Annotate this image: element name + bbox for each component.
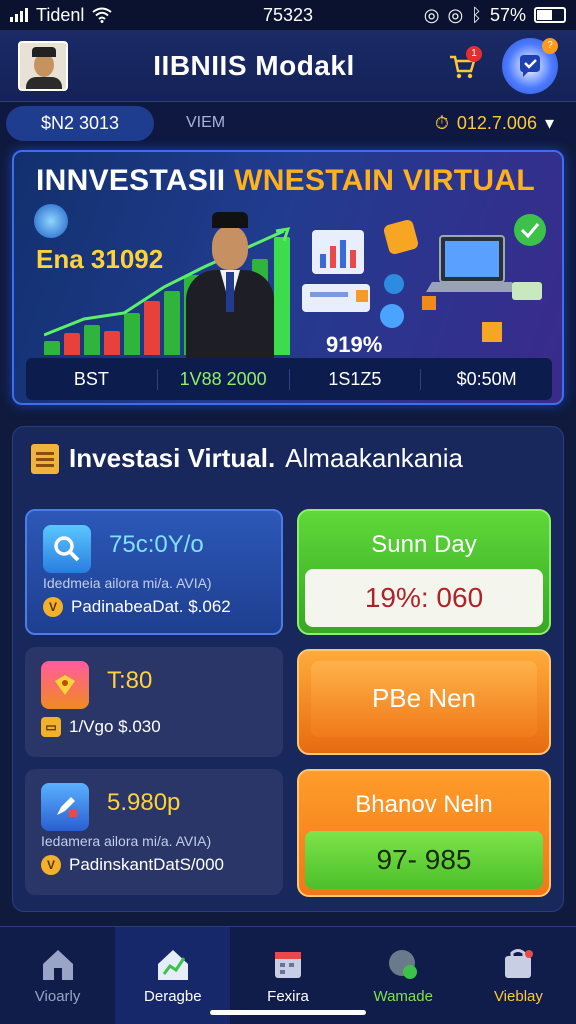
hero-title: INNVESTASII WNESTAIN VIRTUAL (36, 164, 535, 197)
card-value: 5.980p (107, 789, 181, 816)
advisor-photo (182, 212, 278, 360)
wifi-icon (92, 7, 112, 23)
nav-label: Wamade (373, 988, 433, 1005)
wallet-amount: 012.7.006 (456, 112, 537, 133)
chat-icon (520, 54, 540, 77)
account-bar: $N2 3013 VIEM ⏱ 012.7.006 ▾ (0, 102, 576, 144)
clock: 75323 (262, 4, 314, 25)
card-subtitle: ▭ 1/Vgo $.030 (41, 717, 161, 737)
action-label: Bhanov Neln (355, 791, 493, 818)
bag-icon (505, 949, 534, 978)
battery-icon (534, 7, 566, 23)
sync-icon: ◎ (447, 4, 464, 25)
action-label: Sunn Day (371, 531, 477, 558)
search-icon (43, 525, 91, 573)
green-action-button[interactable]: Sunn Day 19%: 060 (297, 509, 551, 635)
document-icon (31, 443, 59, 474)
investment-card[interactable]: T:80 ▭ 1/Vgo $.030 (25, 647, 283, 757)
app-title: IIBNIIS Modakl (153, 49, 355, 81)
nav-label: Deragbe (144, 988, 202, 1005)
hero-amount: Ena 31092 (36, 244, 164, 274)
card-value: T:80 (107, 667, 153, 694)
action-label: PBe Nen (371, 683, 477, 713)
carrier-name: Tidenl (36, 4, 85, 25)
status-bar: Tidenl 75323 ◎ ◎ ᛒ 57% (0, 0, 576, 30)
bluetooth-icon: ᛒ (471, 4, 482, 25)
rocket-icon (41, 783, 89, 831)
nav-home[interactable]: Vioarly (0, 927, 115, 1024)
nav-label: Vioarly (34, 988, 81, 1005)
avatar[interactable] (18, 40, 68, 91)
card-value: 75c:0Y/o (109, 531, 204, 558)
gift-icon (41, 661, 89, 709)
nav-label: Fexira (267, 988, 309, 1005)
cart-button[interactable]: 1 (440, 44, 484, 88)
card-subtitle: V PadinskantDatS/000 (41, 855, 224, 875)
chevron-down-icon: ▾ (544, 112, 554, 133)
nav-label: Vieblay (493, 988, 543, 1005)
card-description: Idedmeia ailora mi/a. AVIA) (43, 575, 212, 591)
investment-card[interactable]: 5.980p Iedamera ailora mi/a. AVIA) V Pad… (25, 769, 283, 895)
investment-illustration (302, 214, 546, 342)
home-indicator (210, 1010, 366, 1015)
hero-stat: 1S1Z5 (290, 368, 422, 390)
support-button[interactable]: ? (502, 37, 558, 94)
hero-stat: $0:50M (456, 368, 517, 389)
wallet-icon: ⏱ (434, 112, 449, 133)
hero-percent: 919% (326, 332, 383, 357)
coin-icon: V (41, 855, 61, 875)
cart-badge: 1 (466, 45, 482, 62)
home-icon (42, 950, 73, 980)
hero-banner[interactable]: INNVESTASII WNESTAIN VIRTUAL Ena 31092 9… (12, 150, 564, 405)
card-description: Iedamera ailora mi/a. AVIA) (41, 833, 212, 849)
investment-card[interactable]: 75c:0Y/o Idedmeia ailora mi/a. AVIA) V P… (25, 509, 283, 635)
globe-money-icon (389, 950, 418, 979)
battery-percent: 57% (489, 4, 526, 25)
alarm-icon: ◎ (423, 4, 440, 25)
investment-panel: Investasi Virtual. Almaakankania 75c:0Y/… (12, 426, 564, 912)
wallet-dropdown[interactable]: ⏱ 012.7.006 ▾ (435, 113, 554, 134)
hero-stat: BST (26, 368, 158, 390)
action-value: 97- 985 (305, 831, 543, 889)
coin-icon: V (43, 597, 63, 617)
panel-title: Investasi Virtual. Almaakankania (31, 443, 463, 474)
combo-action-button[interactable]: Bhanov Neln 97- 985 (297, 769, 551, 897)
card-subtitle: V PadinabeaDat. $.062 (43, 597, 231, 617)
hero-stat: 1V88 2000 (158, 368, 290, 390)
nav-history[interactable]: Vieblay (461, 927, 576, 1024)
signal-icon (10, 8, 28, 22)
support-badge: ? (542, 37, 558, 54)
view-label[interactable]: VIEM (186, 114, 225, 132)
balance-pill[interactable]: $N2 3013 (6, 105, 154, 141)
orange-action-button[interactable]: PBe Nen (297, 649, 551, 755)
calendar-icon (275, 952, 301, 978)
house-chart-icon (157, 950, 188, 980)
hero-stats: BST 1V88 2000 1S1Z5 $0:50M (26, 358, 552, 400)
action-value: 19%: 060 (305, 569, 543, 627)
app-header: IIBNIIS Modakl 1 ? (0, 30, 576, 102)
wallet-icon: ▭ (41, 717, 61, 737)
